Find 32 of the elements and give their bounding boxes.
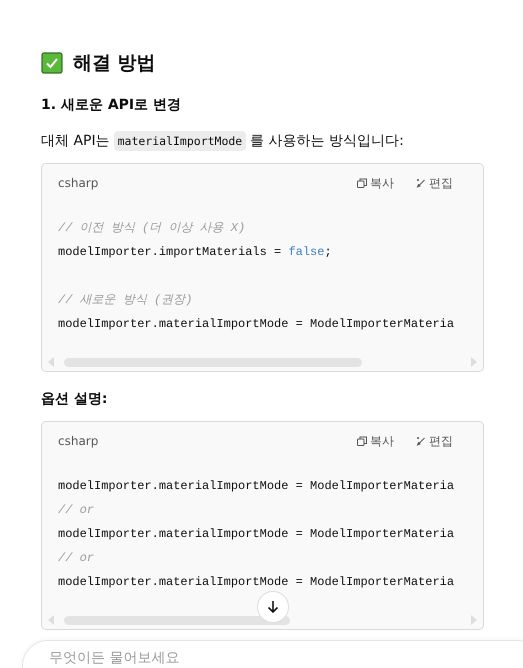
checkmark-icon	[41, 52, 63, 74]
section-heading: 해결 방법	[73, 51, 156, 76]
code-line: // 새로운 방식 (권장)	[58, 292, 192, 309]
copy-button[interactable]: 복사	[357, 432, 394, 450]
copy-button[interactable]: 복사	[357, 174, 394, 192]
scroll-left-icon[interactable]	[48, 357, 54, 367]
scroll-right-icon[interactable]	[471, 357, 477, 367]
intro-text: 를 사용하는 방식입니다:	[250, 132, 404, 150]
message-input[interactable]: 무엇이든 물어보세요	[49, 648, 349, 668]
arrow-down-icon	[266, 600, 280, 614]
scroll-right-icon[interactable]	[471, 615, 477, 625]
code-line: // or	[58, 550, 94, 567]
code-line: modelImporter.materialImportMode = ModelImporterMateria	[58, 526, 454, 543]
step-heading: 1. 새로운 API로 변경	[41, 97, 182, 114]
edit-button[interactable]: 편집	[416, 174, 453, 192]
code-line: modelImporter.importMaterials = false;	[58, 244, 332, 261]
copy-icon	[357, 436, 367, 446]
code-line: modelImporter.materialImportMode = ModelImporterMateria	[58, 316, 454, 333]
edit-button[interactable]: 편집	[416, 432, 453, 450]
inline-code: materialImportMode	[114, 131, 246, 151]
scroll-down-button[interactable]	[257, 591, 289, 623]
scroll-left-icon[interactable]	[48, 615, 54, 625]
intro-text: 대체 API는	[41, 132, 110, 150]
scrollbar-thumb[interactable]	[64, 616, 290, 624]
code-line: // 이전 방식 (더 이상 사용 X)	[58, 220, 246, 237]
code-line: // or	[58, 502, 94, 519]
code-line: modelImporter.materialImportMode = ModelImporterMateria	[58, 574, 454, 591]
code-line: modelImporter.materialImportMode = ModelImporterMateria	[58, 478, 454, 495]
copy-icon	[357, 178, 367, 188]
options-heading: 옵션 설명:	[41, 391, 108, 408]
language-label: csharp	[58, 176, 98, 190]
language-label: csharp	[58, 434, 98, 448]
